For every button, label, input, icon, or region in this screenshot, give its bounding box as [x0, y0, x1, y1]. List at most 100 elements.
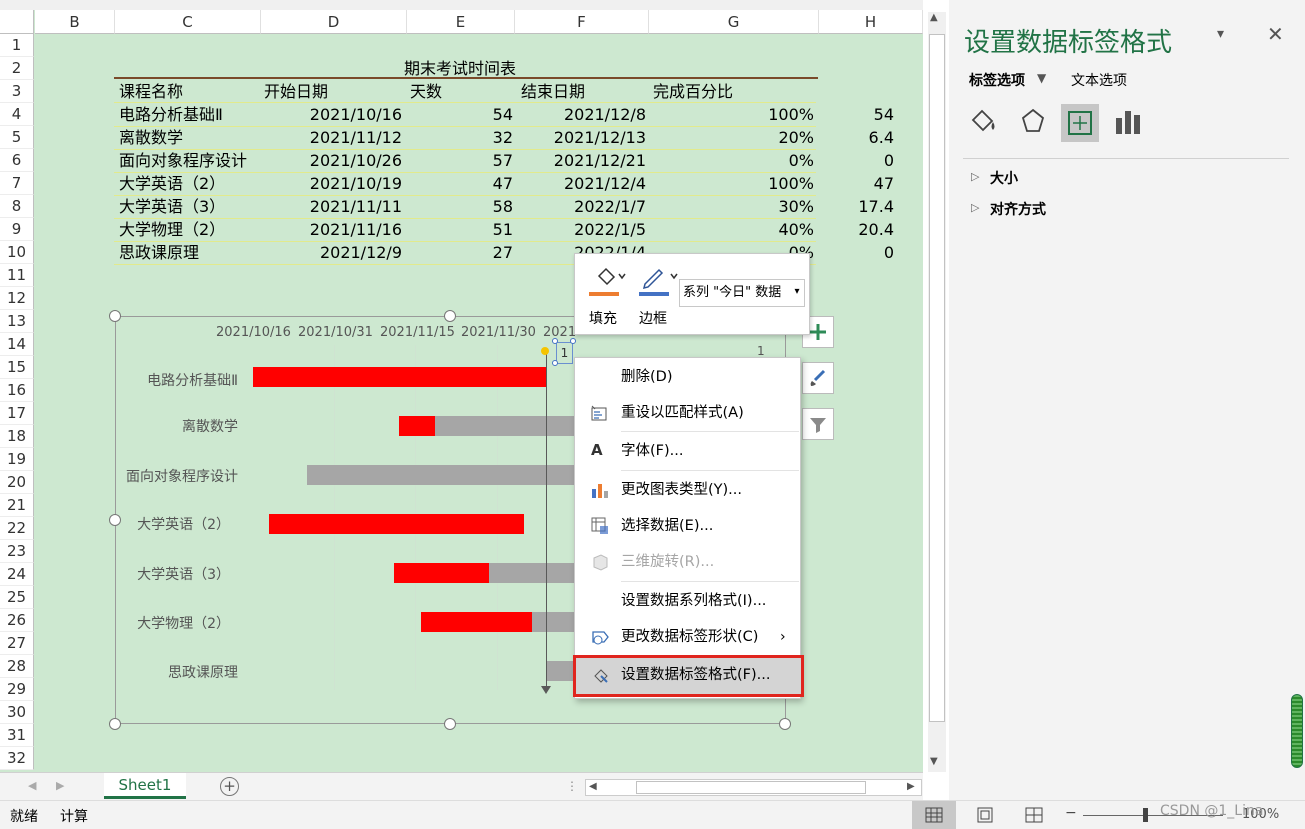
fill-line-icon[interactable] — [969, 106, 999, 140]
cell-end[interactable]: 2022/1/5 — [520, 218, 646, 241]
cell-start[interactable]: 2021/10/16 — [260, 103, 402, 126]
chart-resize-handle[interactable] — [444, 310, 456, 322]
row-header[interactable]: 8 — [0, 195, 34, 218]
tab-scroll-left-icon[interactable]: ◀ — [28, 779, 36, 792]
row-header[interactable]: 30 — [0, 701, 34, 724]
select-all-corner[interactable] — [0, 10, 34, 34]
tab-scroll-right-icon[interactable]: ▶ — [56, 779, 64, 792]
label-handle[interactable] — [570, 338, 576, 344]
cell-h[interactable]: 17.4 — [820, 195, 894, 218]
gantt-bar-remaining[interactable] — [489, 563, 575, 583]
menu-item-delete[interactable]: 删除(D) — [575, 359, 802, 395]
cell-pct[interactable]: 0% — [660, 149, 814, 172]
cell-name[interactable]: 离散数学 — [119, 126, 259, 149]
section-size[interactable]: 大小 — [990, 168, 1018, 188]
page-layout-icon[interactable] — [976, 807, 994, 823]
row-header[interactable]: 27 — [0, 632, 34, 655]
cell-h[interactable]: 54 — [820, 103, 894, 126]
label-handle[interactable] — [552, 338, 558, 344]
col-header-e[interactable]: E — [407, 10, 515, 34]
row-header[interactable]: 5 — [0, 126, 34, 149]
fill-button[interactable]: 填充 — [587, 262, 631, 330]
scroll-up-icon[interactable]: ▲ — [930, 12, 938, 23]
cell-h[interactable]: 0 — [820, 241, 894, 264]
row-header[interactable]: 2 — [0, 57, 34, 80]
cell-name[interactable]: 思政课原理 — [119, 241, 259, 264]
cell-h[interactable]: 47 — [820, 172, 894, 195]
chart-filters-button[interactable] — [802, 408, 834, 440]
pane-scroll-indicator[interactable] — [1291, 694, 1303, 768]
row-header[interactable]: 10 — [0, 241, 34, 264]
cell-name[interactable]: 大学英语（2） — [119, 172, 259, 195]
scroll-right-icon[interactable]: ▶ — [907, 781, 915, 792]
selected-data-label[interactable]: 1 — [556, 342, 573, 364]
vertical-scrollbar[interactable]: ▲ ▼ — [928, 12, 946, 772]
cell-pct[interactable]: 30% — [660, 195, 814, 218]
gantt-bar-remaining[interactable] — [307, 465, 575, 485]
chart-styles-button[interactable] — [802, 362, 834, 394]
cell-pct[interactable]: 20% — [660, 126, 814, 149]
row-header[interactable]: 31 — [0, 724, 34, 747]
cell-end[interactable]: 2021/12/4 — [520, 172, 646, 195]
row-header[interactable]: 19 — [0, 448, 34, 471]
tab-text-options[interactable]: 文本选项 — [1071, 70, 1127, 90]
zoom-slider-thumb[interactable] — [1143, 808, 1148, 822]
col-header-f[interactable]: F — [515, 10, 649, 34]
bar-options-icon[interactable] — [1113, 106, 1143, 140]
menu-item-format-data-labels[interactable]: 设置数据标签格式(F)... — [573, 655, 804, 697]
row-header[interactable]: 11 — [0, 264, 34, 287]
tab-sheet1[interactable]: Sheet1 — [104, 773, 186, 799]
h-scroll-thumb[interactable] — [636, 781, 866, 794]
size-properties-tab[interactable] — [1061, 104, 1099, 142]
series-select[interactable]: 系列 "今日" 数据 — [679, 279, 805, 307]
cell-h[interactable]: 0 — [820, 149, 894, 172]
cell-name[interactable]: 大学物理（2） — [119, 218, 259, 241]
cell-start[interactable]: 2021/11/12 — [260, 126, 402, 149]
cell-days[interactable]: 51 — [430, 218, 513, 241]
cell-name[interactable]: 面向对象程序设计 — [119, 149, 259, 172]
row-header[interactable]: 17 — [0, 402, 34, 425]
menu-item-select-data[interactable]: 选择数据(E)... — [575, 508, 802, 544]
col-header-d[interactable]: D — [261, 10, 407, 34]
gantt-bar-done[interactable] — [269, 514, 524, 534]
chart-resize-handle[interactable] — [109, 718, 121, 730]
cell-end[interactable]: 2021/12/21 — [520, 149, 646, 172]
row-header[interactable]: 13 — [0, 310, 34, 333]
normal-view-button[interactable] — [912, 801, 956, 829]
row-header[interactable]: 14 — [0, 333, 34, 356]
row-header[interactable]: 28 — [0, 655, 34, 678]
today-line[interactable] — [546, 352, 547, 688]
chart-resize-handle[interactable] — [109, 310, 121, 322]
effects-icon[interactable] — [1018, 106, 1048, 140]
cell-name[interactable]: 大学英语（3） — [119, 195, 259, 218]
gantt-bar-remaining[interactable] — [435, 416, 575, 436]
row-header[interactable]: 25 — [0, 586, 34, 609]
cell-start[interactable]: 2021/11/16 — [260, 218, 402, 241]
pane-options-icon[interactable]: ▾ — [1217, 26, 1224, 42]
row-header[interactable]: 9 — [0, 218, 34, 241]
cell-days[interactable]: 27 — [430, 241, 513, 264]
menu-item-font[interactable]: A 字体(F)... — [575, 433, 802, 469]
cell-start[interactable]: 2021/11/11 — [260, 195, 402, 218]
row-header[interactable]: 24 — [0, 563, 34, 586]
gantt-bar-done[interactable] — [399, 416, 435, 436]
scroll-left-icon[interactable]: ◀ — [589, 781, 597, 792]
gantt-bar-done[interactable] — [394, 563, 489, 583]
horizontal-scrollbar[interactable]: ◀ ▶ — [585, 779, 922, 796]
close-icon[interactable]: ✕ — [1267, 22, 1284, 46]
section-alignment[interactable]: 对齐方式 — [990, 199, 1046, 219]
cell-days[interactable]: 54 — [430, 103, 513, 126]
row-header[interactable]: 32 — [0, 747, 34, 770]
gantt-bar-done[interactable] — [421, 612, 532, 632]
chart-resize-handle[interactable] — [444, 718, 456, 730]
cell-pct[interactable]: 100% — [660, 103, 814, 126]
cell-pct[interactable]: 100% — [660, 172, 814, 195]
row-header[interactable]: 3 — [0, 80, 34, 103]
cell-end[interactable]: 2022/1/7 — [520, 195, 646, 218]
zoom-out-icon[interactable]: − — [1065, 805, 1077, 821]
border-button[interactable]: 边框 — [637, 262, 681, 330]
col-header-b[interactable]: B — [35, 10, 115, 34]
splitter-handle-icon[interactable]: ⋮ — [566, 779, 578, 793]
gantt-bar-done[interactable] — [253, 367, 547, 387]
add-sheet-icon[interactable]: + — [220, 777, 239, 796]
